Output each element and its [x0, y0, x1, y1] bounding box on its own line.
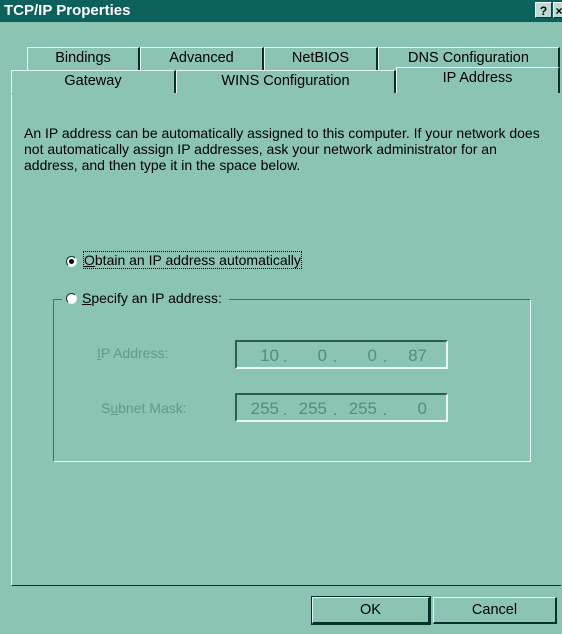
ok-button[interactable]: OK: [311, 596, 431, 625]
specify-ip-legend: Specify an IP address:: [62, 290, 229, 306]
specify-ip-groupbox: [53, 299, 531, 462]
specify-ip-radio[interactable]: [66, 293, 77, 304]
subnet-mask-label: Subnet Mask:: [101, 400, 187, 416]
ip-octet-1: 10: [260, 346, 279, 365]
ip-octet-4: 87: [408, 346, 427, 365]
octet-separator: .: [382, 347, 388, 366]
help-button[interactable]: ?: [535, 2, 552, 18]
title-bar: TCP/IP Properties ? ×: [0, 0, 562, 22]
ip-address-field[interactable]: 10 . 0 . 0 . 87: [235, 340, 448, 369]
specify-ip-label[interactable]: Specify an IP address:: [82, 290, 222, 306]
mask-octet-3: 255: [348, 399, 377, 418]
ip-address-label: IP Address:: [97, 345, 169, 361]
octet-separator: .: [282, 347, 288, 366]
octet-separator: .: [282, 400, 288, 419]
mask-octet-1: 255: [250, 399, 279, 418]
description-text: An IP address can be automatically assig…: [24, 125, 540, 173]
ip-octet-3: 0: [367, 346, 377, 365]
tab-bindings[interactable]: Bindings: [27, 47, 140, 70]
subnet-mask-field[interactable]: 255 . 255 . 255 . 0: [235, 393, 448, 422]
mask-octet-2: 255: [298, 399, 327, 418]
obtain-ip-radio[interactable]: [66, 256, 77, 267]
octet-separator: .: [382, 400, 388, 419]
tab-wins-configuration[interactable]: WINS Configuration: [176, 70, 396, 93]
tab-ip-address[interactable]: IP Address: [396, 67, 560, 93]
mask-octet-4: 0: [417, 399, 427, 418]
obtain-ip-label[interactable]: Obtain an IP address automatically: [83, 251, 302, 269]
tab-netbios[interactable]: NetBIOS: [264, 47, 378, 70]
octet-separator: .: [332, 347, 338, 366]
radio-selected-dot: [69, 259, 74, 264]
tab-gateway[interactable]: Gateway: [11, 70, 176, 93]
cancel-button[interactable]: Cancel: [433, 597, 557, 624]
window-title: TCP/IP Properties: [4, 2, 131, 19]
octet-separator: .: [332, 400, 338, 419]
tab-advanced[interactable]: Advanced: [140, 47, 264, 70]
close-button[interactable]: ×: [553, 2, 562, 18]
ip-octet-2: 0: [317, 346, 327, 365]
